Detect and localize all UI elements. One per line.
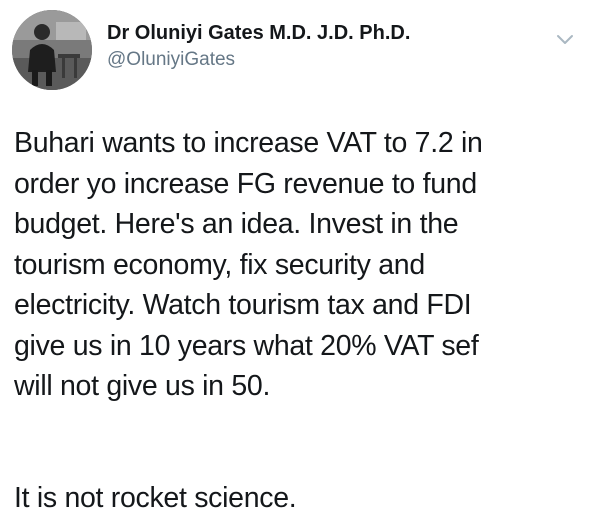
tweet-text: Buhari wants to increase VAT to 7.2 in o… xyxy=(14,123,584,407)
tweet-text-line: Buhari wants to increase VAT to 7.2 in xyxy=(14,127,483,159)
chevron-down-icon[interactable] xyxy=(554,28,576,50)
tweet-text-paragraph-2: It is not rocket science. xyxy=(14,482,297,514)
tweet-text-line: will not give us in 50. xyxy=(14,370,271,402)
tweet-text-line: order yo increase FG revenue to fund xyxy=(14,167,477,200)
tweet-text-line: tourism economy, fix security and xyxy=(14,248,425,281)
tweet-header: Dr Oluniyi Gates M.D. J.D. Ph.D. @Oluniy… xyxy=(12,10,586,90)
tweet-card: Dr Oluniyi Gates M.D. J.D. Ph.D. @Oluniy… xyxy=(0,0,598,531)
author-handle[interactable]: @OluniyiGates xyxy=(107,48,410,72)
author-display-name[interactable]: Dr Oluniyi Gates M.D. J.D. Ph.D. xyxy=(107,21,410,45)
tweet-text-line: electricity. Watch tourism tax and FDI xyxy=(14,289,472,321)
author-names: Dr Oluniyi Gates M.D. J.D. Ph.D. @Oluniy… xyxy=(107,21,410,72)
tweet-text-line: budget. Here's an idea. Invest in the xyxy=(14,208,459,240)
avatar[interactable] xyxy=(12,10,92,90)
avatar-image xyxy=(12,10,92,90)
tweet-text-line: give us in 10 years what 20% VAT sef xyxy=(14,329,479,362)
